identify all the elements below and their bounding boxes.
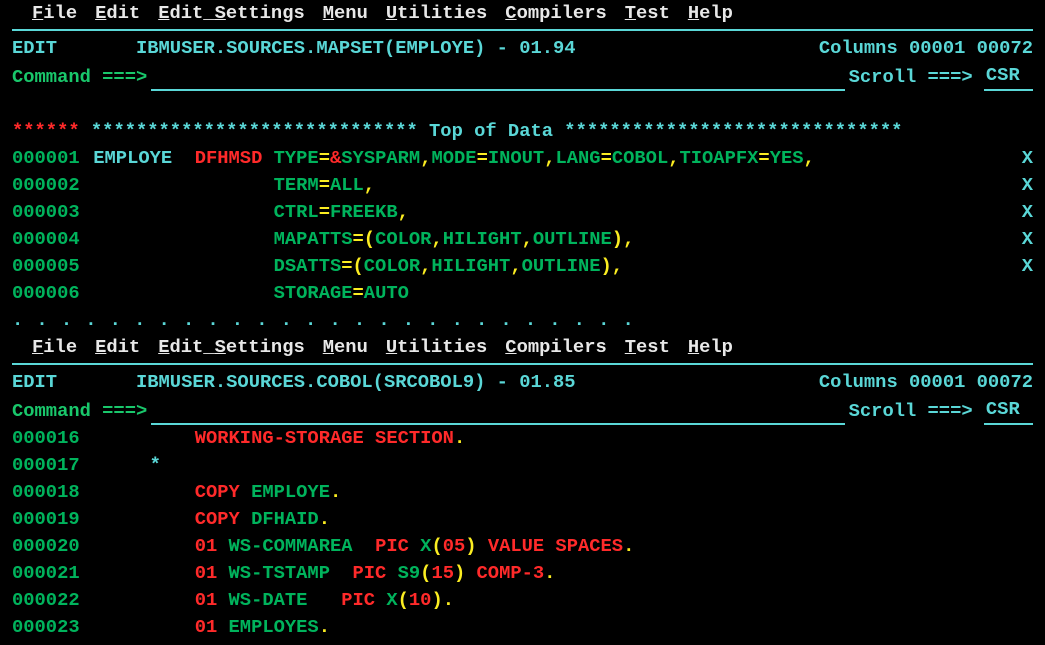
menu-item-settings[interactable]: Edit_Settings (158, 0, 305, 27)
code-content[interactable]: 01 EMPLOYES. (82, 614, 1033, 641)
divider-1 (12, 29, 1033, 31)
top-stars-left: ****** (12, 120, 80, 142)
code-content[interactable]: COPY DFHAID. (82, 506, 1033, 533)
columns-val-2: 00001 00072 (909, 369, 1033, 396)
code-line[interactable]: 000021 01 WS-TSTAMP PIC S9(15) COMP-3. (0, 560, 1045, 587)
menu-item-test[interactable]: Test (625, 0, 670, 27)
line-number: 000005 (12, 253, 82, 280)
top-stars-right: ****************************** (564, 120, 902, 142)
menu-item-file[interactable]: File (32, 0, 77, 27)
command-row-1: Command ===> Scroll ===> CSR (0, 62, 1045, 91)
line-number: 000023 (12, 614, 82, 641)
code-area-1[interactable]: 000001 EMPLOYE DFHMSD TYPE=&SYSPARM,MODE… (0, 145, 1045, 307)
code-line[interactable]: 000017 * (0, 452, 1045, 479)
continuation-mark: X (1022, 253, 1033, 280)
menu-item-test[interactable]: Test (625, 334, 670, 361)
title-row-1: EDIT IBMUSER.SOURCES.MAPSET(EMPLOYE) - 0… (0, 35, 1045, 62)
code-content[interactable]: TERM=ALL,X (82, 172, 1033, 199)
command-input-1[interactable] (151, 69, 844, 91)
command-label-1: Command ===> (12, 64, 147, 91)
menu-item-compilers[interactable]: Compilers (505, 0, 606, 27)
continuation-mark: X (1022, 172, 1033, 199)
code-content[interactable]: COPY EMPLOYE. (82, 479, 1033, 506)
line-number: 000020 (12, 533, 82, 560)
menu-item-help[interactable]: Help (688, 334, 733, 361)
menu-item-edit[interactable]: Edit (95, 0, 140, 27)
code-area-2[interactable]: 000016 WORKING-STORAGE SECTION.000017 *0… (0, 425, 1045, 641)
line-number: 000016 (12, 425, 82, 452)
line-number: 000003 (12, 199, 82, 226)
line-number: 000021 (12, 560, 82, 587)
divider-2 (12, 363, 1033, 365)
scroll-label-1: Scroll ===> (849, 64, 973, 91)
code-content[interactable]: CTRL=FREEKB,X (82, 199, 1033, 226)
code-line[interactable]: 000020 01 WS-COMMAREA PIC X(05) VALUE SP… (0, 533, 1045, 560)
code-line[interactable]: 000005 DSATTS=(COLOR,HILIGHT,OUTLINE),X (0, 253, 1045, 280)
menu-bar-2: File Edit Edit_Settings Menu Utilities Compil… (0, 334, 1045, 361)
code-line[interactable]: 000001 EMPLOYE DFHMSD TYPE=&SYSPARM,MODE… (0, 145, 1045, 172)
code-line[interactable]: 000018 COPY EMPLOYE. (0, 479, 1045, 506)
line-number: 000017 (12, 452, 82, 479)
code-content[interactable]: EMPLOYE DFHMSD TYPE=&SYSPARM,MODE=INOUT,… (82, 145, 1033, 172)
top-of-data-label: Top of Data (418, 120, 565, 142)
command-input-2[interactable] (151, 403, 844, 425)
columns-label-2: Columns (819, 369, 898, 396)
scroll-value-2[interactable]: CSR (984, 396, 1033, 425)
dataset-1: IBMUSER.SOURCES.MAPSET(EMPLOYE) - 01.94 (136, 35, 576, 62)
line-number: 000004 (12, 226, 82, 253)
menu-item-settings[interactable]: Edit_Settings (158, 334, 305, 361)
code-content[interactable]: DSATTS=(COLOR,HILIGHT,OUTLINE),X (82, 253, 1033, 280)
menu-item-edit[interactable]: Edit (95, 334, 140, 361)
code-content[interactable]: 01 WS-TSTAMP PIC S9(15) COMP-3. (82, 560, 1033, 587)
code-line[interactable]: 000023 01 EMPLOYES. (0, 614, 1045, 641)
line-number: 000018 (12, 479, 82, 506)
code-line[interactable]: 000022 01 WS-DATE PIC X(10). (0, 587, 1045, 614)
code-content[interactable]: 01 WS-COMMAREA PIC X(05) VALUE SPACES. (82, 533, 1033, 560)
columns-label-1: Columns (819, 35, 898, 62)
mode-label-1: EDIT (12, 35, 57, 62)
menu-item-help[interactable]: Help (688, 0, 733, 27)
code-content[interactable]: MAPATTS=(COLOR,HILIGHT,OUTLINE),X (82, 226, 1033, 253)
menu-item-menu[interactable]: Menu (323, 0, 368, 27)
code-content[interactable]: 01 WS-DATE PIC X(10). (82, 587, 1033, 614)
top-of-data-row: ****** ***************************** Top… (0, 91, 1045, 145)
menu-item-utilities[interactable]: Utilities (386, 0, 487, 27)
top-stars-mid: ***************************** (91, 120, 418, 142)
menu-bar-1: File Edit Edit_Settings Menu Utilities Compil… (0, 0, 1045, 27)
line-number: 000019 (12, 506, 82, 533)
menu-item-menu[interactable]: Menu (323, 334, 368, 361)
continuation-mark: X (1022, 145, 1033, 172)
code-line[interactable]: 000019 COPY DFHAID. (0, 506, 1045, 533)
continuation-mark: X (1022, 226, 1033, 253)
command-label-2: Command ===> (12, 398, 147, 425)
dots-row: . . . . . . . . . . . . . . . . . . . . … (0, 307, 1045, 334)
scroll-label-2: Scroll ===> (849, 398, 973, 425)
code-content[interactable]: * (82, 452, 1033, 479)
code-content[interactable]: WORKING-STORAGE SECTION. (82, 425, 1033, 452)
line-number: 000002 (12, 172, 82, 199)
code-line[interactable]: 000006 STORAGE=AUTO (0, 280, 1045, 307)
menu-item-utilities[interactable]: Utilities (386, 334, 487, 361)
code-line[interactable]: 000003 CTRL=FREEKB,X (0, 199, 1045, 226)
line-number: 000001 (12, 145, 82, 172)
dataset-2: IBMUSER.SOURCES.COBOL(SRCOBOL9) - 01.85 (136, 369, 576, 396)
menu-item-compilers[interactable]: Compilers (505, 334, 606, 361)
scroll-value-1[interactable]: CSR (984, 62, 1033, 91)
command-row-2: Command ===> Scroll ===> CSR (0, 396, 1045, 425)
line-number: 000006 (12, 280, 82, 307)
continuation-mark: X (1022, 199, 1033, 226)
mode-label-2: EDIT (12, 369, 57, 396)
code-line[interactable]: 000004 MAPATTS=(COLOR,HILIGHT,OUTLINE),X (0, 226, 1045, 253)
menu-item-file[interactable]: File (32, 334, 77, 361)
code-line[interactable]: 000002 TERM=ALL,X (0, 172, 1045, 199)
code-content[interactable]: STORAGE=AUTO (82, 280, 1033, 307)
columns-val-1: 00001 00072 (909, 35, 1033, 62)
title-row-2: EDIT IBMUSER.SOURCES.COBOL(SRCOBOL9) - 0… (0, 369, 1045, 396)
code-line[interactable]: 000016 WORKING-STORAGE SECTION. (0, 425, 1045, 452)
line-number: 000022 (12, 587, 82, 614)
